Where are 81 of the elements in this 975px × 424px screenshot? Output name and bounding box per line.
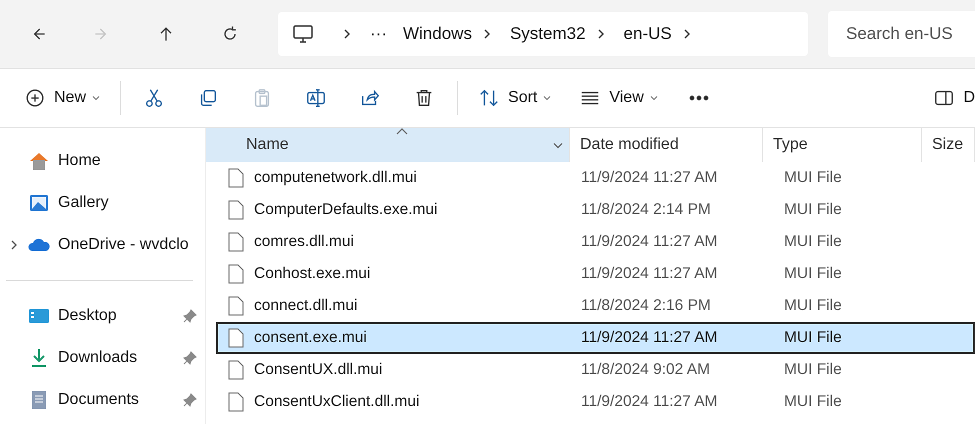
sidebar-item[interactable]: Documents <box>0 379 205 421</box>
chevron-right-icon <box>342 28 352 40</box>
file-row[interactable]: connect.dll.mui 11/8/2024 2:16 PM MUI File <box>216 290 975 322</box>
file-name: computenetwork.dll.mui <box>254 169 417 187</box>
desktop-icon <box>28 306 50 326</box>
chevron-down-icon <box>650 95 658 101</box>
file-name: comres.dll.mui <box>254 233 354 251</box>
type-cell-text: MUI File <box>783 201 843 219</box>
sidebar-item[interactable]: Gallery <box>0 182 205 224</box>
chevron-down-icon <box>553 142 563 148</box>
chevron-down-icon <box>92 95 100 101</box>
file-row[interactable]: consent.exe.mui 11/9/2024 11:27 AM MUI File <box>216 322 975 354</box>
file-icon <box>228 296 244 316</box>
date-cell-text: 11/8/2024 2:14 PM <box>580 201 712 219</box>
search-field[interactable]: Search en-US <box>828 11 975 57</box>
column-header[interactable]: Date modified <box>570 128 763 162</box>
picture-icon <box>28 193 50 213</box>
chevron-down-icon <box>543 95 552 101</box>
file-name: ComputerDefaults.exe.mui <box>254 201 438 219</box>
type-cell-text: MUI File <box>783 329 843 347</box>
view-button[interactable]: View <box>565 78 672 118</box>
date-cell-text: 11/8/2024 2:16 PM <box>580 297 712 315</box>
file-icon <box>228 360 244 380</box>
file-row[interactable]: comres.dll.mui 11/9/2024 11:27 AM MUI File <box>216 226 975 258</box>
date-cell-text: 11/9/2024 11:27 AM <box>580 169 718 187</box>
column-header[interactable]: Size <box>922 128 975 162</box>
new-button[interactable]: New <box>10 78 114 118</box>
file-icon <box>228 200 244 220</box>
file-name: consent.exe.mui <box>254 329 367 347</box>
house-icon <box>28 151 50 171</box>
file-icon <box>228 328 244 348</box>
sidebar-item[interactable]: Home <box>0 140 205 182</box>
breadcrumb-item[interactable]: System32 <box>510 24 586 44</box>
file-name: connect.dll.mui <box>254 297 358 315</box>
pin-icon <box>183 393 197 407</box>
file-name: Conhost.exe.mui <box>254 265 370 283</box>
rename-icon <box>305 87 328 109</box>
file-icon <box>228 168 244 188</box>
pin-icon <box>183 351 197 365</box>
breadcrumb-item[interactable]: en-US <box>624 24 672 44</box>
type-cell-text: MUI File <box>783 393 843 411</box>
date-cell-text: 11/8/2024 9:02 AM <box>580 361 711 379</box>
file-icon <box>228 392 244 412</box>
chevron-right-icon <box>10 239 18 251</box>
chevron-right-icon <box>482 28 492 40</box>
chevron-right-icon <box>596 28 606 40</box>
pin-icon <box>183 309 197 323</box>
file-row[interactable]: Conhost.exe.mui 11/9/2024 11:27 AM MUI File <box>216 258 975 290</box>
breadcrumb-item[interactable]: Windows <box>402 24 472 44</box>
date-cell-text: 11/9/2024 11:27 AM <box>580 329 718 347</box>
file-icon <box>228 264 244 284</box>
type-cell-text: MUI File <box>783 361 843 379</box>
type-cell-text: MUI File <box>783 169 843 187</box>
monitor-icon <box>292 24 314 44</box>
sidebar-item[interactable]: OneDrive - wvdclo <box>0 224 205 266</box>
file-name: ConsentUxClient.dll.mui <box>254 393 420 411</box>
details-button[interactable]: D <box>919 78 975 118</box>
sort-caret-icon <box>396 128 408 135</box>
column-header[interactable]: Type <box>763 128 922 162</box>
date-cell-text: 11/9/2024 11:27 AM <box>580 233 718 251</box>
sort-button[interactable]: Sort <box>464 78 566 118</box>
more-icon <box>688 95 710 101</box>
breadcrumb-overflow[interactable]: ··· <box>370 24 387 44</box>
date-cell-text: 11/9/2024 11:27 AM <box>580 265 718 283</box>
sort-arrows-icon <box>478 87 500 109</box>
file-row[interactable]: ComputerDefaults.exe.mui 11/8/2024 2:14 PM MUI File <box>216 194 975 226</box>
file-row[interactable]: ConsentUX.dll.mui 11/8/2024 9:02 AM MUI File <box>216 354 975 386</box>
file-row[interactable]: computenetwork.dll.mui 11/9/2024 11:27 AM MUI File <box>216 162 975 194</box>
type-cell-text: MUI File <box>783 297 843 315</box>
file-icon <box>228 232 244 252</box>
type-cell-text: MUI File <box>783 233 843 251</box>
address-bar[interactable]: ··· Windows System32 en-US <box>278 12 808 56</box>
type-cell-text: MUI File <box>783 265 843 283</box>
date-cell-text: 11/9/2024 11:27 AM <box>580 393 718 411</box>
file-row[interactable]: ConsentUxClient.dll.mui 11/9/2024 11:27 AM MUI File <box>216 386 975 418</box>
plus-circle-icon <box>24 87 46 109</box>
column-header[interactable]: Name <box>206 128 570 162</box>
file-name: ConsentUX.dll.mui <box>254 361 382 379</box>
chevron-right-icon <box>682 28 692 40</box>
sidebar-item[interactable]: Downloads <box>0 337 205 379</box>
sidebar-item[interactable]: Desktop <box>0 295 205 337</box>
